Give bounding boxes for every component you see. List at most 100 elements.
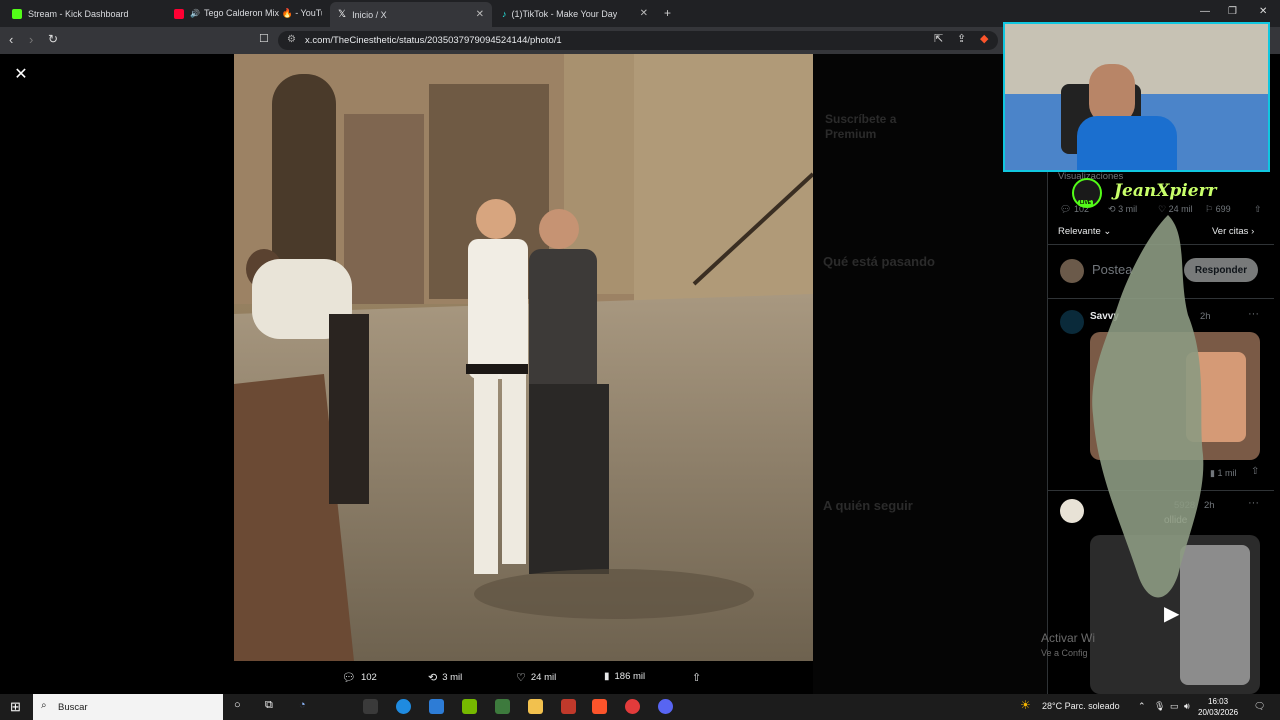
taskbar-clock[interactable]: 16:03 20/03/2026 [1198,696,1238,718]
chart-icon: ▮ [604,671,610,682]
repost-button[interactable]: ⟲ 3 mil [428,671,462,684]
repost-stat[interactable]: ⟲ 3 mil [1108,204,1137,215]
heart-icon: ♡ [516,672,526,684]
more-options-icon[interactable]: ··· [1248,497,1259,509]
maximize-window-button[interactable]: ❐ [1228,6,1237,17]
open-external-icon[interactable]: ⇱ [934,32,943,45]
share-icon[interactable]: ⇧ [1254,204,1262,215]
reply-count: 102 [360,672,377,683]
store-icon[interactable] [363,699,378,714]
share-icon[interactable]: ⇪ [957,32,966,45]
file-explorer-icon[interactable] [528,699,543,714]
upload-icon: ⇧ [692,672,702,684]
tab-youtube[interactable]: 🔊 Tego Calderon Mix 🔥 - YouTube [166,2,330,25]
kick-icon [12,8,22,19]
view-count: 186 mil [614,671,646,682]
copilot-icon[interactable]: ◔ [299,699,306,711]
brave-icon[interactable] [592,699,607,714]
close-icon[interactable]: ✕ [12,66,30,84]
bookmark-icon[interactable]: ☐ [259,32,269,45]
reply-views-count: 1 mil [1217,468,1237,478]
premium-title: Suscríbete a Premium [825,112,897,141]
forward-button[interactable]: › [29,32,33,47]
more-options-icon[interactable]: ··· [1248,308,1259,320]
new-tab-button[interactable]: + [664,6,671,20]
weather-text[interactable]: 28°C Parc. soleado [1042,701,1120,711]
see-quotes-link[interactable]: Ver citas › [1212,226,1254,237]
overlay-figure [1092,215,1204,598]
close-tab-icon[interactable]: ✕ [640,8,648,19]
task-view-icon[interactable]: ⧉ [265,699,273,712]
share-post-button[interactable]: ⇧ [692,671,701,684]
tab-title: Stream - Kick Dashboard [28,8,129,19]
tab-tiktok[interactable]: ♪ (1)TikTok - Make Your Day ✕ [494,2,656,25]
reply-button[interactable]: 💬︎ 102 [342,671,377,684]
heart-icon: ♡ [1158,204,1167,214]
reload-button[interactable]: ↻ [48,32,58,46]
volume-icon[interactable]: 🔊︎ [1184,701,1190,712]
obs-icon[interactable] [625,699,640,714]
like-count: 24 mil [530,672,557,683]
repost-icon: ⟲ [428,672,438,684]
x-logo-icon: 𝕏 [338,9,347,20]
youtube-icon [174,8,184,19]
close-tab-icon[interactable]: ✕ [476,9,484,20]
chevron-right-icon: › [1251,226,1255,237]
tab-title: Inicio / X [352,9,387,20]
search-placeholder: Buscar [58,702,88,713]
post-photo[interactable] [234,54,813,661]
like-stat[interactable]: ♡ 24 mil [1158,204,1193,215]
streamer-name: JeanXpierr [1114,181,1217,201]
site-settings-icon[interactable]: ⚙ [287,34,296,45]
tab-kick-dashboard[interactable]: Stream - Kick Dashboard [4,2,166,25]
comment-icon: 💬︎ [1060,204,1072,214]
webcam-person [1089,64,1135,124]
bookmark-stat[interactable]: ⚐ 699 [1205,204,1231,215]
repost-stat-count: 3 mil [1118,204,1138,214]
clock-date: 20/03/2026 [1198,708,1239,717]
edge-icon[interactable] [396,699,411,714]
tab-x-inicio[interactable]: 𝕏 Inicio / X ✕ [330,2,492,27]
avatar [1060,259,1084,283]
windows-start-icon[interactable]: ⊞ [10,699,21,715]
network-icon[interactable]: ▭ [1170,701,1179,712]
dimmed-nav-rail [222,64,234,584]
webcam-overlay [1003,22,1270,172]
follow-title: A quién seguir [823,498,913,513]
windows-activation-subtitle: Ve a Config [1041,648,1088,658]
minecraft-icon[interactable] [495,699,510,714]
webcam-wall [1005,24,1268,94]
notifications-icon[interactable]: 🗨︎ [1254,701,1265,712]
windows-taskbar: ⊞ ⌕ Buscar ○ ⧉ ◔ ☀ 28°C Parc. soleado ⌃ … [0,694,1280,720]
streamer-avatar: LIVE [1072,178,1102,208]
views-button[interactable]: ▮ 186 mil [604,671,645,682]
search-icon: ⌕ [41,700,47,711]
photo-action-bar: 💬︎ 102 ⟲ 3 mil ♡ 24 mil ▮ 186 mil ⇧ [0,661,1047,694]
tiktok-icon: ♪ [502,8,507,19]
avatar [1060,499,1084,523]
bookmark-stat-count: 699 [1215,204,1231,214]
back-button[interactable]: ‹ [9,32,13,47]
taskbar-search[interactable]: ⌕ Buscar [33,694,223,720]
discord-icon[interactable] [658,699,673,714]
cortana-icon[interactable]: ○ [234,699,241,711]
microphone-icon[interactable]: 🎙︎ [1154,701,1165,712]
like-button[interactable]: ♡ 24 mil [516,671,556,684]
url-text: x.com/TheCinesthetic/status/203503797909… [305,35,562,46]
clock-time: 16:03 [1208,697,1229,706]
like-stat-count: 24 mil [1168,204,1193,214]
share-icon[interactable]: ⇧ [1251,466,1259,477]
tab-title: Tego Calderon Mix 🔥 - YouTube [203,8,322,18]
live-badge: LIVE [1078,200,1094,206]
comment-icon: 💬︎ [342,672,356,684]
minimize-window-button[interactable]: — [1200,6,1210,17]
address-bar[interactable]: ⚙ x.com/TheCinesthetic/status/2035037979… [278,31,998,50]
close-window-button[interactable]: ✕ [1259,6,1267,17]
mail-icon[interactable] [429,699,444,714]
photo-illustration [234,54,813,661]
nvidia-icon[interactable] [462,699,477,714]
repost-icon: ⟲ [1108,204,1116,214]
app-icon[interactable] [561,699,576,714]
brave-shield-icon[interactable]: ◆ [980,32,988,45]
show-hidden-icons[interactable]: ⌃ [1138,701,1146,712]
